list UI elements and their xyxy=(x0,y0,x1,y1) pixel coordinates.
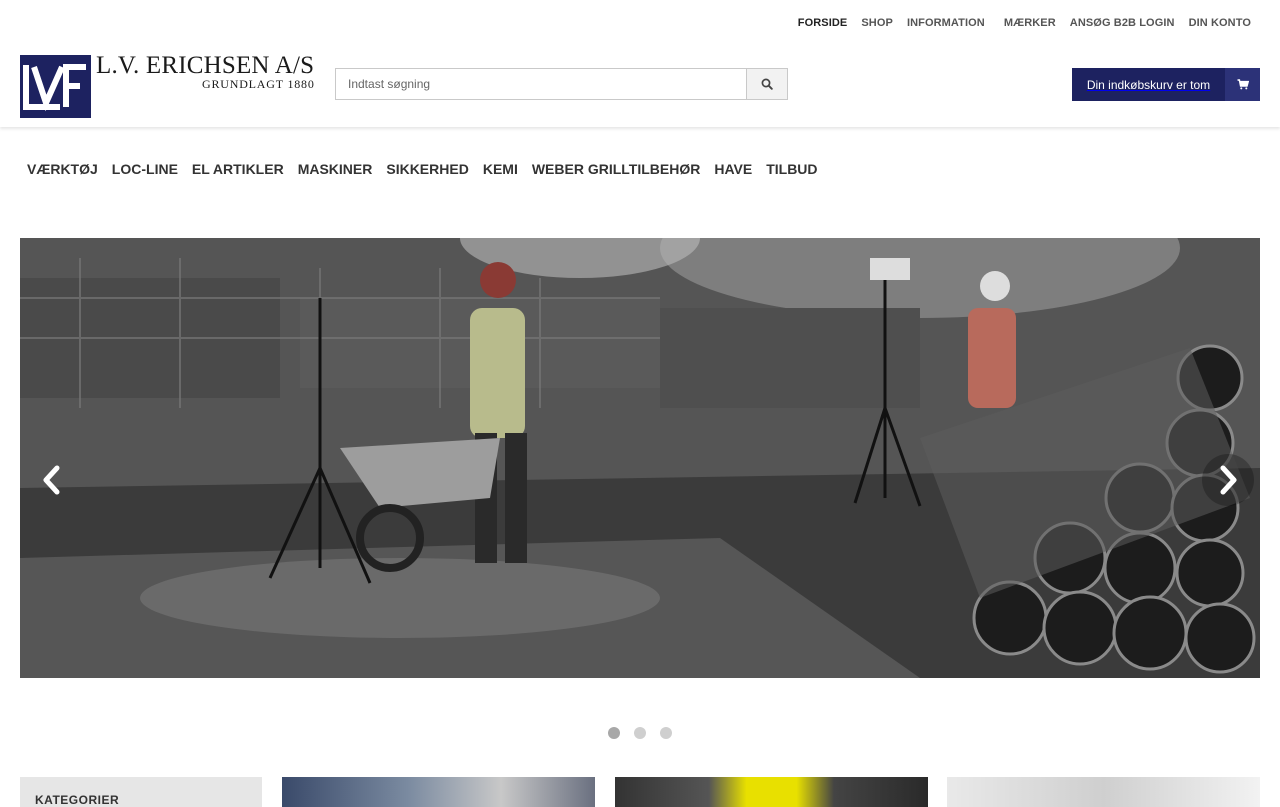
categories-title: KATEGORIER xyxy=(35,793,120,807)
topnav-b2b-login[interactable]: ANSØG B2B LOGIN xyxy=(1063,17,1182,29)
topnav-information[interactable]: INFORMATION xyxy=(900,17,992,29)
cart-button[interactable]: Din indkøbskurv er tom xyxy=(1072,68,1260,101)
categories-panel: KATEGORIER xyxy=(20,777,262,807)
slider-dot-1[interactable] xyxy=(608,727,620,739)
topnav-shop[interactable]: SHOP xyxy=(854,17,900,29)
search-button[interactable] xyxy=(746,68,788,100)
search-icon xyxy=(761,78,773,90)
logo-subtitle: GRUNDLAGT 1880 xyxy=(202,77,315,91)
topnav-maerker[interactable]: MÆRKER xyxy=(997,17,1063,29)
nav-vaerktoej[interactable]: VÆRKTØJ xyxy=(20,161,105,177)
nav-loc-line[interactable]: LOC-LINE xyxy=(105,161,185,177)
top-navigation: FORSIDE SHOP INFORMATION MÆRKER ANSØG B2… xyxy=(791,17,1258,29)
search-input[interactable] xyxy=(335,68,746,100)
promo-tile-3[interactable] xyxy=(947,777,1260,807)
slider-pagination xyxy=(608,727,672,739)
nav-kemi[interactable]: KEMI xyxy=(476,161,525,177)
nav-have[interactable]: HAVE xyxy=(707,161,759,177)
nav-tilbud[interactable]: TILBUD xyxy=(759,161,824,177)
chevron-right-icon xyxy=(1220,465,1237,495)
search-form xyxy=(335,68,788,100)
logo-mark xyxy=(20,55,91,118)
hero-slide-image xyxy=(20,238,1260,678)
logo-title: L.V. ERICHSEN A/S xyxy=(96,52,315,79)
main-navigation: VÆRKTØJ LOC-LINE EL ARTIKLER MASKINER SI… xyxy=(20,161,825,177)
nav-weber-grilltilbehoer[interactable]: WEBER GRILLTILBEHØR xyxy=(525,161,708,177)
topnav-forside[interactable]: FORSIDE xyxy=(791,17,855,29)
site-header: FORSIDE SHOP INFORMATION MÆRKER ANSØG B2… xyxy=(0,0,1280,127)
site-logo[interactable]: L.V. ERICHSEN A/S GRUNDLAGT 1880 xyxy=(20,52,314,119)
nav-maskiner[interactable]: MASKINER xyxy=(291,161,380,177)
hero-slider[interactable] xyxy=(20,238,1260,678)
topnav-din-konto[interactable]: DIN KONTO xyxy=(1182,17,1258,29)
cart-icon xyxy=(1225,68,1260,101)
nav-el-artikler[interactable]: EL ARTIKLER xyxy=(185,161,291,177)
slider-dot-2[interactable] xyxy=(634,727,646,739)
chevron-left-icon xyxy=(43,465,60,495)
nav-sikkerhed[interactable]: SIKKERHED xyxy=(379,161,475,177)
promo-tile-1[interactable] xyxy=(282,777,595,807)
slider-dot-3[interactable] xyxy=(660,727,672,739)
slider-prev-button[interactable] xyxy=(26,454,78,506)
promo-tile-2[interactable] xyxy=(615,777,928,807)
cart-label: Din indkøbskurv er tom xyxy=(1072,68,1225,101)
slider-next-button[interactable] xyxy=(1202,454,1254,506)
